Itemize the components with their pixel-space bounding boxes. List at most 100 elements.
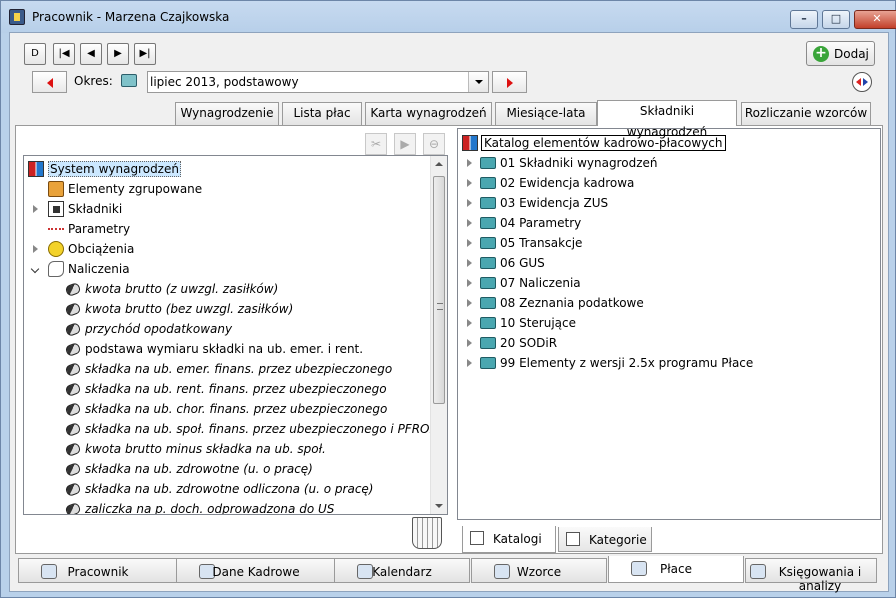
- catalog-label: 02 Ewidencja kadrowa: [500, 176, 635, 190]
- nav-next-button[interactable]: ▶: [107, 43, 129, 65]
- scroll-down-icon[interactable]: [435, 504, 443, 508]
- book-icon[interactable]: [121, 74, 137, 87]
- tab-lista-plac[interactable]: Lista płac: [282, 102, 362, 125]
- maximize-button[interactable]: □: [822, 10, 850, 29]
- group-icon: [48, 181, 64, 197]
- tree-label: składka na ub. chor. finans. przez ubezp…: [85, 402, 388, 416]
- tree-label: Składniki: [68, 202, 123, 216]
- tree-label: składka na ub. społ. finans. przez ubezp…: [85, 422, 439, 436]
- chevron-right-icon[interactable]: [467, 179, 472, 187]
- bottom-tab-ksiegowania[interactable]: Księgowania i analizy: [745, 558, 877, 593]
- catalog-tree-icon: [470, 531, 484, 545]
- chevron-down-icon[interactable]: [30, 264, 40, 274]
- catalog-label: 04 Parametry: [500, 216, 582, 230]
- element-icon: [64, 441, 82, 458]
- book-icon: [480, 297, 496, 309]
- tab-skladniki-wynagrodzen[interactable]: Składniki wynagrodzeń: [597, 100, 737, 139]
- tree-label: kwota brutto (z uwzgl. zasiłków): [85, 282, 279, 296]
- chevron-right-icon[interactable]: [467, 159, 472, 167]
- tab-karta-wynagrodzen[interactable]: Karta wynagrodzeń: [365, 102, 492, 125]
- chevron-right-icon[interactable]: [467, 319, 472, 327]
- tree-label: kwota brutto minus składka na ub. społ.: [85, 442, 326, 456]
- tab-rozliczanie-wzorcow[interactable]: Rozliczanie wzorców: [741, 102, 871, 125]
- element-icon: [64, 281, 82, 298]
- element-icon: [64, 481, 82, 498]
- nav-start-button[interactable]: |◀: [53, 43, 75, 65]
- catalog-label: 20 SODiR: [500, 336, 558, 350]
- remove-icon[interactable]: ⊖: [423, 133, 445, 155]
- chevron-right-icon[interactable]: [467, 299, 472, 307]
- tree-label: składka na ub. zdrowotne (u. o pracę): [85, 462, 313, 476]
- bottom-tab-pracownik[interactable]: Pracownik: [18, 558, 178, 583]
- bottom-tab-kalendarz[interactable]: Kalendarz: [334, 558, 470, 583]
- nav-first-button[interactable]: D: [24, 43, 46, 65]
- bottom-tab-label: Kalendarz: [372, 565, 432, 579]
- add-label: Dodaj: [834, 47, 869, 61]
- element-icon: [64, 461, 82, 478]
- add-button[interactable]: + Dodaj: [806, 41, 875, 66]
- trash-icon[interactable]: [412, 517, 442, 549]
- left-arrow-icon: [47, 78, 53, 88]
- book-icon: [480, 177, 496, 189]
- close-button[interactable]: ✕: [854, 10, 896, 29]
- catalog-label: 10 Sterujące: [500, 316, 576, 330]
- chevron-right-icon[interactable]: [467, 259, 472, 267]
- period-value: lipiec 2013, podstawowy: [150, 75, 299, 89]
- chevron-right-icon[interactable]: [33, 205, 38, 213]
- tree-label: Parametry: [68, 222, 131, 236]
- period-label: Okres:: [74, 74, 113, 88]
- chevron-right-icon[interactable]: [33, 245, 38, 253]
- catalog-label: 08 Zeznania podatkowe: [500, 296, 644, 310]
- subtab-katalogi[interactable]: Katalogi: [462, 526, 556, 553]
- scroll-thumb[interactable]: [433, 176, 445, 404]
- element-icon: [64, 301, 82, 318]
- tab-wynagrodzenie[interactable]: Wynagrodzenie: [175, 102, 279, 125]
- element-icon: [64, 381, 82, 398]
- chevron-down-icon[interactable]: [468, 72, 488, 92]
- subtab-label: Kategorie: [589, 533, 647, 547]
- chevron-right-icon[interactable]: [467, 239, 472, 247]
- bottom-tab-place[interactable]: Płace: [608, 556, 744, 583]
- chevron-right-icon[interactable]: [467, 219, 472, 227]
- vertical-scrollbar[interactable]: [430, 156, 447, 514]
- subtab-label: Katalogi: [493, 532, 542, 546]
- element-icon: [64, 321, 82, 338]
- catalog-tree[interactable]: Katalog elementów kadrowo-płacowych 01 S…: [457, 128, 881, 520]
- app-icon: [9, 9, 25, 25]
- catalog-label: 06 GUS: [500, 256, 545, 270]
- period-select[interactable]: lipiec 2013, podstawowy: [147, 71, 489, 93]
- minimize-button[interactable]: –: [790, 10, 818, 29]
- period-prev-button[interactable]: [32, 71, 67, 93]
- chevron-right-icon[interactable]: [467, 339, 472, 347]
- bottom-tab-dane-kadrowe[interactable]: Dane Kadrowe: [176, 558, 336, 583]
- move-icon[interactable]: ▶: [394, 133, 416, 155]
- system-tree[interactable]: System wynagrodzeń Elementy zgrupowane S…: [23, 155, 448, 515]
- tools-icon[interactable]: ✂: [365, 133, 387, 155]
- period-next-button[interactable]: [492, 71, 527, 93]
- subtab-kategorie[interactable]: Kategorie: [558, 527, 652, 552]
- chevron-right-icon[interactable]: [467, 279, 472, 287]
- book-icon: [480, 317, 496, 329]
- tree-label: zaliczka na p. doch. odprowadzona do US: [85, 502, 335, 515]
- window-title: Pracownik - Marzena Czajkowska: [32, 10, 230, 24]
- switch-icon[interactable]: [852, 72, 872, 92]
- element-icon: [64, 401, 82, 418]
- bottom-tab-wzorce[interactable]: Wzorce: [471, 558, 607, 583]
- element-icon: [64, 421, 82, 438]
- scroll-up-icon[interactable]: [435, 162, 443, 166]
- nav-prev-button[interactable]: ◀: [80, 43, 102, 65]
- element-icon: [64, 501, 82, 514]
- catalog-icon: [462, 135, 478, 151]
- charges-icon: [48, 241, 64, 257]
- chevron-right-icon[interactable]: [467, 359, 472, 367]
- bottom-tab-label: Księgowania i analizy: [778, 565, 862, 593]
- tab-miesiace-lata[interactable]: Miesiące-lata: [495, 102, 597, 125]
- bottom-tab-label: Dane Kadrowe: [212, 565, 300, 579]
- chevron-right-icon[interactable]: [467, 199, 472, 207]
- tree-label: Naliczenia: [68, 262, 130, 276]
- element-icon: [64, 341, 82, 358]
- element-icon: [64, 361, 82, 378]
- nav-last-button[interactable]: ▶|: [134, 43, 156, 65]
- bottom-tab-label: Płace: [660, 562, 692, 576]
- tree-label: podstawa wymiaru składki na ub. emer. i …: [85, 342, 364, 356]
